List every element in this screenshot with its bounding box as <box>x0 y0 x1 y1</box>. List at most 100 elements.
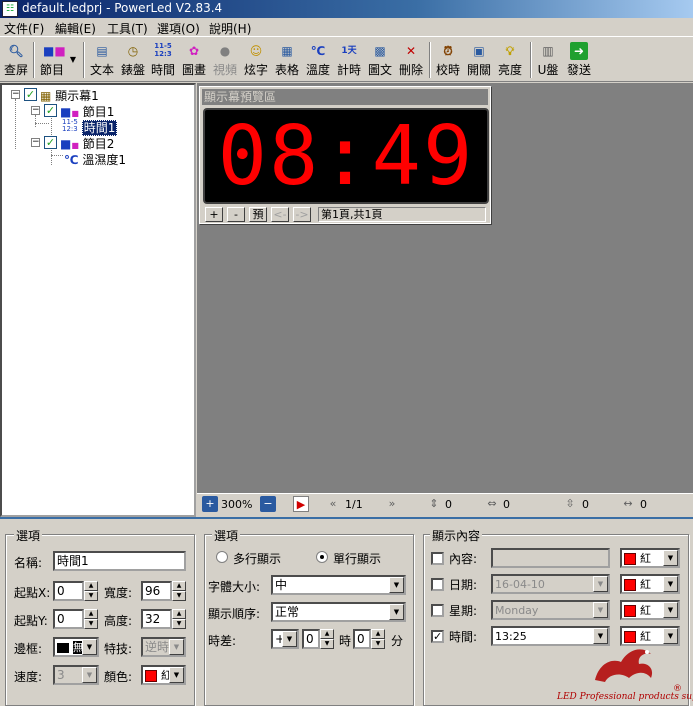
clock-button[interactable]: ◷ 錶盤 <box>119 40 147 80</box>
width-input[interactable]: 96 <box>141 581 172 601</box>
menu-tools[interactable]: 工具(T) <box>107 20 148 37</box>
text-button[interactable]: ▤ 文本 <box>88 40 116 80</box>
root-checkbox[interactable]: ✓ <box>24 88 37 101</box>
hours-offset-input[interactable]: 0 <box>302 629 320 649</box>
video-button[interactable]: ● 視頻 <box>211 40 239 80</box>
minutes-offset-spinner[interactable]: ▲ ▼ <box>371 629 385 649</box>
font-size-select[interactable]: 中 ▼ <box>271 575 406 595</box>
content-checkbox[interactable] <box>431 552 444 565</box>
toolbar-separator <box>429 42 431 78</box>
start-x-spinner[interactable]: ▲ ▼ <box>84 581 98 601</box>
stretch-vertical-icon[interactable]: ⇳ <box>562 496 578 512</box>
tree-item-time1[interactable]: 11-5 12:3 時間1 <box>62 119 118 136</box>
color-select[interactable]: 紅 ▼ <box>141 665 186 685</box>
date-checkbox[interactable] <box>431 578 444 591</box>
expand-collapse-program2[interactable]: − <box>31 138 40 147</box>
preview-button[interactable]: 預 <box>249 207 267 222</box>
color-swatch <box>145 669 157 682</box>
usb-drive-icon: ▥ <box>542 44 554 58</box>
start-y-input[interactable]: 0 <box>53 609 84 629</box>
border-swatch <box>57 642 69 653</box>
start-x-input[interactable]: 0 <box>53 581 84 601</box>
toolbar-separator <box>33 42 35 78</box>
program-button[interactable]: ■■ 節目 <box>37 40 67 80</box>
start-x-label: 起點X: <box>14 586 51 600</box>
power-switch-button[interactable]: ▣ 開關 <box>465 40 493 80</box>
delete-button[interactable]: ✕ 刪除 <box>397 40 425 80</box>
week-format-select[interactable]: Monday ▼ <box>491 600 610 620</box>
time-button[interactable]: 11-5 12:3 時間 <box>149 40 177 80</box>
send-button[interactable]: ➜ 發送 <box>565 40 593 80</box>
single-line-label: 單行顯示 <box>333 552 382 566</box>
menu-help[interactable]: 說明(H) <box>209 20 251 37</box>
horizontal-offset: 0 <box>503 498 510 511</box>
content-color-select[interactable]: 紅 ▼ <box>620 548 680 568</box>
date-color-select[interactable]: 紅 ▼ <box>620 574 680 594</box>
program-dropdown-arrow[interactable]: ▼ <box>68 40 78 80</box>
time-sync-button[interactable]: ⏰︎ 校時 <box>434 40 462 80</box>
display-options-group-title: 選項 <box>212 527 241 544</box>
program1-checkbox[interactable]: ✓ <box>44 104 57 117</box>
screen-preview-window[interactable]: 顯示幕預覽區 08:49 + - 預 <- -> 第1頁,共1頁 <box>199 86 491 224</box>
start-y-label: 起點Y: <box>14 614 48 628</box>
menu-edit[interactable]: 編輯(E) <box>55 20 96 37</box>
temperature-button[interactable]: ℃ 溫度 <box>304 40 332 80</box>
timer-button[interactable]: 1天 計時 <box>335 40 363 80</box>
chevron-down-icon: ▼ <box>663 550 678 566</box>
tree-item-program2[interactable]: ■■ 節目2 <box>60 135 114 151</box>
effect-select[interactable]: 逆時 ▼ <box>141 637 186 657</box>
move-horizontal-icon[interactable]: ⇔ <box>484 496 500 512</box>
name-input[interactable]: 時間1 <box>53 551 186 571</box>
multi-line-radio[interactable] <box>216 551 228 563</box>
minutes-offset-input[interactable]: 0 <box>353 629 371 649</box>
speed-select[interactable]: 3 ▼ <box>53 665 99 685</box>
menu-file[interactable]: 文件(F) <box>4 20 44 37</box>
check-screen-button[interactable]: 🔍︎ 查屏 <box>2 40 30 80</box>
brightness-button[interactable]: 💡︎ 亮度 <box>496 40 524 80</box>
tree-item-temp1[interactable]: ℃ 溫濕度1 <box>64 151 126 167</box>
week-checkbox[interactable] <box>431 604 444 617</box>
border-select[interactable]: 無 ▼ <box>53 637 99 657</box>
week-color-select[interactable]: 紅 ▼ <box>620 600 680 620</box>
preview-next-button[interactable]: -> <box>293 207 311 222</box>
previous-page-icon[interactable]: « <box>325 496 341 512</box>
chevron-down-icon: ▼ <box>593 576 608 592</box>
preview-zoom-out-button[interactable]: - <box>227 207 245 222</box>
play-icon[interactable]: ▶ <box>293 496 309 512</box>
usb-drive-button[interactable]: ▥ U盤 <box>535 40 561 80</box>
content-input[interactable] <box>491 548 610 568</box>
tree-item-program1[interactable]: ■■ 節目1 <box>60 103 114 119</box>
date-format-select[interactable]: 16-04-10 ▼ <box>491 574 610 594</box>
time-checkbox[interactable]: ✓ <box>431 630 444 643</box>
vertical-offset: 0 <box>445 498 452 511</box>
display-content-group-title: 顯示內容 <box>430 527 483 544</box>
single-line-radio[interactable] <box>316 551 328 563</box>
chevron-down-icon: ▼ <box>169 639 184 655</box>
stretch-horizontal-icon[interactable]: ↔ <box>620 496 636 512</box>
preview-zoom-in-button[interactable]: + <box>205 207 223 222</box>
height-spinner[interactable]: ▲ ▼ <box>172 609 186 629</box>
menu-options[interactable]: 選項(O) <box>157 20 200 37</box>
preview-page-info: 第1頁,共1頁 <box>318 207 486 222</box>
program2-checkbox[interactable]: ✓ <box>44 136 57 149</box>
table-button[interactable]: ▦ 表格 <box>273 40 301 80</box>
delete-icon: ✕ <box>405 44 417 58</box>
next-page-icon[interactable]: » <box>384 496 400 512</box>
hours-offset-spinner[interactable]: ▲ ▼ <box>320 629 334 649</box>
display-order-select[interactable]: 正常 ▼ <box>271 602 406 622</box>
picture-button[interactable]: ✿ 圖畫 <box>180 40 208 80</box>
expand-collapse-program1[interactable]: − <box>31 106 40 115</box>
expand-collapse-root[interactable]: − <box>11 90 20 99</box>
width-spinner[interactable]: ▲ ▼ <box>172 581 186 601</box>
height-input[interactable]: 32 <box>141 609 172 629</box>
move-vertical-icon[interactable]: ⇕ <box>426 496 442 512</box>
zoom-out-icon[interactable]: − <box>260 496 276 512</box>
flash-text-button[interactable]: ☺ 炫字 <box>242 40 270 80</box>
preview-prev-button[interactable]: <- <box>271 207 289 222</box>
zoom-in-icon[interactable]: + <box>202 496 218 512</box>
start-y-spinner[interactable]: ▲ ▼ <box>84 609 98 629</box>
project-tree[interactable]: − ✓ ▦ 顯示幕1 − ✓ ■■ 節目1 11-5 12:3 時間1 − ✓ … <box>0 83 196 517</box>
time-difference-sign-select[interactable]: + ▼ <box>271 629 299 649</box>
tree-item-screen1[interactable]: ▦ 顯示幕1 <box>40 87 99 103</box>
image-text-button[interactable]: ▩ 圖文 <box>366 40 394 80</box>
